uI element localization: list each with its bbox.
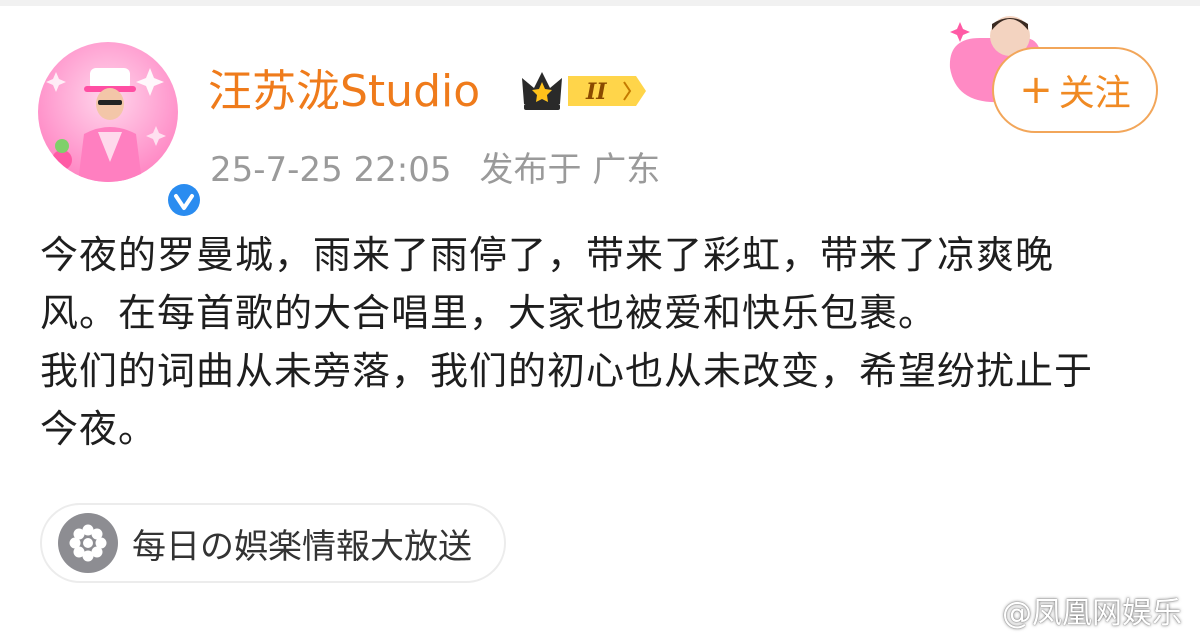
post-location: 发布于 广东: [479, 150, 661, 190]
avatar-container[interactable]: [38, 42, 204, 220]
author-name[interactable]: 汪苏泷Studio: [208, 62, 480, 122]
level-badge: II: [585, 79, 607, 105]
post-content-line: 今夜的罗曼城，雨来了雨停了，带来了彩虹，带来了凉爽晚: [40, 233, 1055, 277]
post-content: 今夜的罗曼城，雨来了雨停了，带来了彩虹，带来了凉爽晚 风。在每首歌的大合唱里，大…: [40, 226, 1160, 458]
follow-button[interactable]: + 关注: [992, 47, 1158, 133]
top-divider: [0, 0, 1200, 6]
crown-icon[interactable]: II: [520, 66, 646, 116]
post-meta: 25-7-25 22:05 发布于 广东: [210, 146, 688, 194]
avatar[interactable]: [38, 42, 178, 182]
topic-flower-icon: [58, 513, 118, 573]
avatar-image: [46, 68, 166, 182]
topic-label: 每日の娯楽情報大放送: [132, 526, 472, 567]
watermark-text: @凤凰网娱乐: [1002, 596, 1182, 631]
post-content-line: 今夜。: [40, 407, 158, 451]
weibo-post-card: 汪苏泷Studio II 25-7-25 22:05 发布于 广东 + 关注 今夜…: [0, 0, 1200, 640]
verified-icon: [168, 184, 200, 216]
post-content-line: 我们的词曲从未旁落，我们的初心也从未改变，希望纷扰止于: [40, 349, 1094, 393]
verified-badge: [164, 180, 204, 220]
weibo-logo-icon: [956, 597, 995, 626]
post-content-line: 风。在每首歌的大合唱里，大家也被爱和快乐包裹。: [40, 291, 938, 335]
plus-icon: +: [1019, 67, 1053, 113]
post-date: 25-7-25 22:05: [210, 150, 452, 190]
topic-pill[interactable]: 每日の娯楽情報大放送: [40, 503, 506, 583]
watermark: @凤凰网娱乐: [956, 588, 1182, 632]
follow-label: 关注: [1058, 73, 1131, 114]
